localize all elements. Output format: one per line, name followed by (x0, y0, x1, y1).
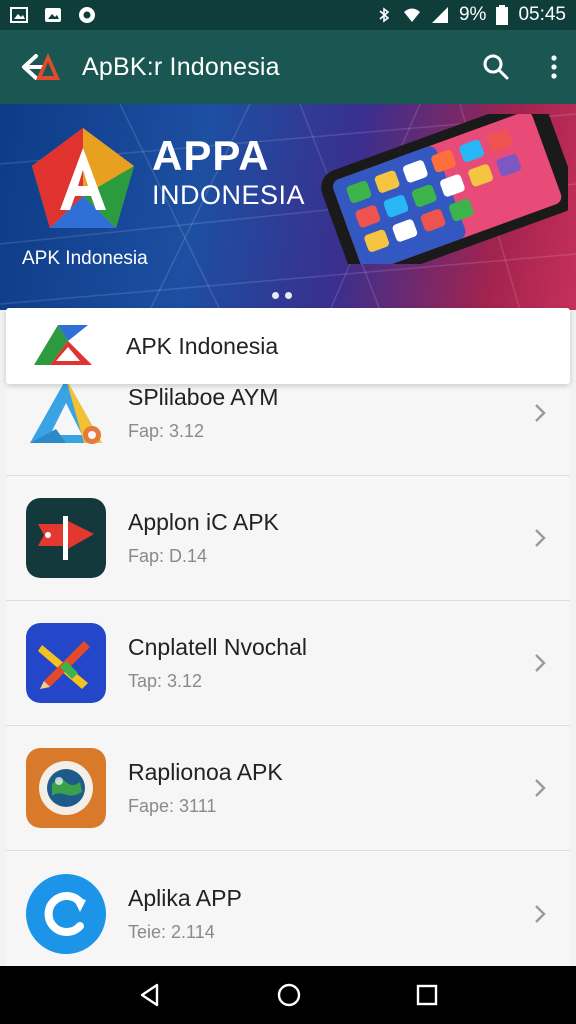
search-icon[interactable] (482, 53, 510, 81)
refresh-c-icon (26, 873, 106, 954)
banner-caption: APK Indonesia (22, 248, 148, 269)
list-item[interactable]: SPlilaboe AYM Fap: 3.12 (6, 370, 570, 476)
appa-logo (32, 128, 134, 228)
globe-lens-icon (26, 748, 106, 828)
list-item[interactable]: Cnplatell Nvochal Tap: 3.12 (6, 601, 570, 726)
record-icon (79, 7, 95, 23)
red-flag-icon (26, 498, 106, 578)
page-dot (285, 292, 292, 299)
home-icon[interactable] (276, 982, 302, 1008)
app-version: Fape: 3111 (128, 796, 217, 816)
clock: 05:45 (518, 4, 566, 25)
system-nav-bar (0, 966, 576, 1024)
banner-subtitle: INDONESIA (152, 180, 306, 210)
app-title: Cnplatell Nvochal (128, 634, 307, 660)
back-logo-icon[interactable] (18, 50, 62, 84)
pencil-ruler-icon (26, 623, 106, 703)
more-vert-icon[interactable] (550, 55, 558, 79)
app-list: SPlilaboe AYM Fap: 3.12 Applon iC APK Fa… (6, 370, 570, 966)
chevron-right-icon (535, 654, 546, 672)
promo-banner[interactable]: APPA INDONESIA APK Indonesia (0, 104, 576, 310)
banner-title: APPA (152, 132, 270, 179)
back-icon[interactable] (137, 982, 163, 1008)
battery-icon (496, 5, 509, 25)
app-title: Raplionoa APK (128, 759, 283, 785)
signal-icon (431, 7, 448, 23)
chevron-right-icon (535, 529, 546, 547)
featured-card[interactable]: APK Indonesia (6, 308, 570, 384)
chevron-right-icon (535, 904, 546, 923)
app-bar: ApBK:r Indonesia (0, 30, 576, 104)
app-title: SPlilaboe AYM (128, 384, 279, 410)
phone-illustration (321, 114, 568, 264)
app-title: Aplika APP (128, 884, 242, 911)
app-version: Fap: 3.12 (128, 421, 205, 441)
banner-page-indicator (272, 292, 292, 299)
triangle-a-icon (30, 379, 102, 444)
image-icon (10, 7, 28, 23)
app-version: Fap: D.14 (128, 546, 208, 566)
status-bar: 9% 05:45 (0, 0, 576, 30)
battery-percent: 9% (458, 4, 487, 25)
wifi-icon (403, 8, 420, 22)
recents-icon[interactable] (415, 983, 439, 1007)
featured-card-title: APK Indonesia (126, 332, 279, 359)
list-item[interactable]: Raplionoa APK Fape: 3111 (6, 726, 570, 851)
app-title: Applon iC APK (128, 509, 279, 535)
app-version: Teie: 2.114 (128, 921, 215, 942)
chevron-right-icon (535, 404, 546, 422)
app-title: ApBK:r Indonesia (82, 52, 280, 81)
apk-logo-icon (34, 325, 92, 365)
page-dot (272, 292, 279, 299)
bluetooth-icon (379, 7, 390, 23)
chevron-right-icon (535, 779, 546, 797)
gallery-icon (45, 8, 61, 22)
list-item[interactable]: Aplika APP Teie: 2.114 (6, 851, 570, 966)
list-item[interactable]: Applon iC APK Fap: D.14 (6, 476, 570, 601)
app-version: Tap: 3.12 (128, 671, 203, 691)
